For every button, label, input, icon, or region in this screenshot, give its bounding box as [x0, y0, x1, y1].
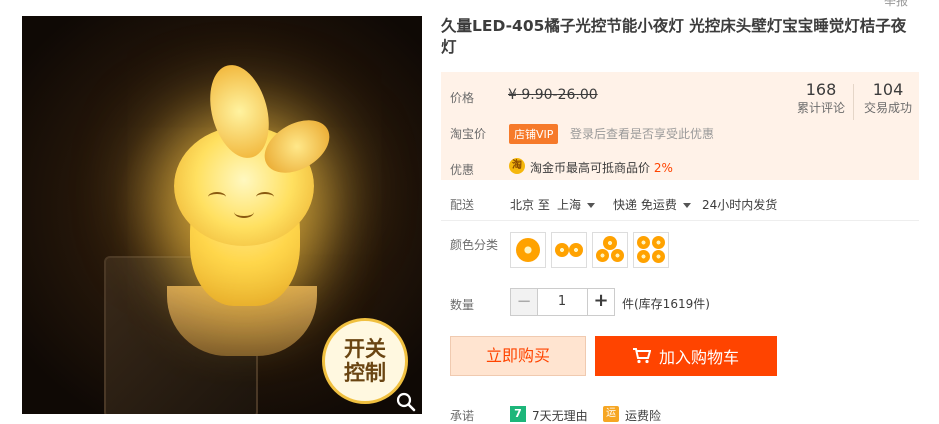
divider [441, 220, 919, 221]
color-label: 颜色分类 [450, 238, 499, 252]
promo-description: 淘金币最高可抵商品价 [530, 161, 651, 175]
quantity-decrease-button[interactable]: − [510, 288, 538, 316]
orange-slice-icon [603, 236, 617, 250]
orange-slice-icon [637, 250, 650, 263]
shipping-insurance-icon: 运 [603, 406, 619, 422]
orange-slice-icon [652, 236, 665, 249]
orange-slice-icon [637, 236, 650, 249]
badge-line-2: 控制 [344, 361, 386, 385]
price-range: 9.90-26.00 [521, 87, 598, 103]
quantity-increase-button[interactable]: + [587, 288, 615, 316]
color-swatch-3[interactable] [592, 232, 628, 268]
delivery-label: 配送 [450, 198, 475, 212]
shipping-insurance-link[interactable]: 运费险 [625, 407, 661, 424]
delivery-method-value: 快递 免运费 [613, 198, 677, 212]
orange-slice-icon [569, 243, 583, 257]
login-hint-link[interactable]: 登录后查看是否享受此优惠 [570, 125, 714, 142]
seven-day-return-link[interactable]: 7天无理由 [532, 407, 588, 424]
original-price: ¥ 9.90-26.00 [508, 87, 598, 103]
trades-stat[interactable]: 104 交易成功 [859, 80, 917, 117]
price-label: 价格 [450, 91, 475, 105]
reviews-count: 168 [805, 80, 837, 99]
trades-count: 104 [872, 80, 904, 99]
add-to-cart-button[interactable]: 加入购物车 [595, 336, 777, 376]
stock-text: 件(库存1619件) [622, 297, 710, 311]
stat-divider [853, 84, 854, 120]
color-swatch-2[interactable] [551, 232, 587, 268]
destination-value: 上海 [557, 198, 582, 212]
quantity-input[interactable]: 1 [537, 288, 587, 316]
promise-label: 承诺 [450, 409, 475, 423]
promo-label: 优惠 [450, 163, 475, 177]
delivery-destination-select[interactable]: 上海 [557, 196, 596, 213]
ship-time: 24小时内发货 [702, 198, 778, 212]
store-vip-badge: 店铺VIP [509, 124, 559, 144]
orange-slice-icon [652, 250, 665, 263]
color-swatch-1[interactable] [510, 232, 546, 268]
orange-slice-icon [516, 238, 540, 262]
cart-icon [632, 348, 651, 364]
chevron-down-icon [682, 203, 691, 208]
lamp-eye-left [208, 192, 226, 202]
taobao-price-label: 淘宝价 [450, 127, 487, 141]
promo-text: 淘金币最高可抵商品价 2% [530, 159, 673, 176]
delivery-from: 北京 至 [510, 198, 550, 212]
promo-percent: 2% [653, 161, 673, 175]
color-swatch-4[interactable] [633, 232, 669, 268]
lamp-mouth [234, 206, 254, 218]
orange-slice-icon [555, 243, 569, 257]
trades-label: 交易成功 [863, 101, 912, 115]
delivery-method-select[interactable]: 快递 免运费 [613, 196, 691, 213]
currency-symbol: ¥ [508, 87, 517, 103]
report-link[interactable]: 举报 [884, 0, 908, 9]
taojinbi-coin-icon: 淘 [509, 158, 525, 174]
orange-slice-icon [596, 249, 609, 262]
lamp-eye-right [256, 192, 274, 202]
orange-slice-icon [611, 249, 624, 262]
reviews-label: 累计评论 [796, 101, 845, 115]
chevron-down-icon [587, 203, 596, 208]
buy-now-button[interactable]: 立即购买 [450, 336, 586, 376]
seven-day-return-icon: 7 [510, 406, 526, 422]
quantity-label: 数量 [450, 298, 475, 312]
reviews-stat[interactable]: 168 累计评论 [792, 80, 850, 117]
badge-line-1: 开关 [344, 337, 386, 361]
add-to-cart-label: 加入购物车 [658, 348, 739, 367]
zoom-search-icon[interactable] [394, 390, 418, 414]
product-title: 久量LED-405橘子光控节能小夜灯 光控床头壁灯宝宝睡觉灯桔子夜灯 [441, 17, 907, 56]
